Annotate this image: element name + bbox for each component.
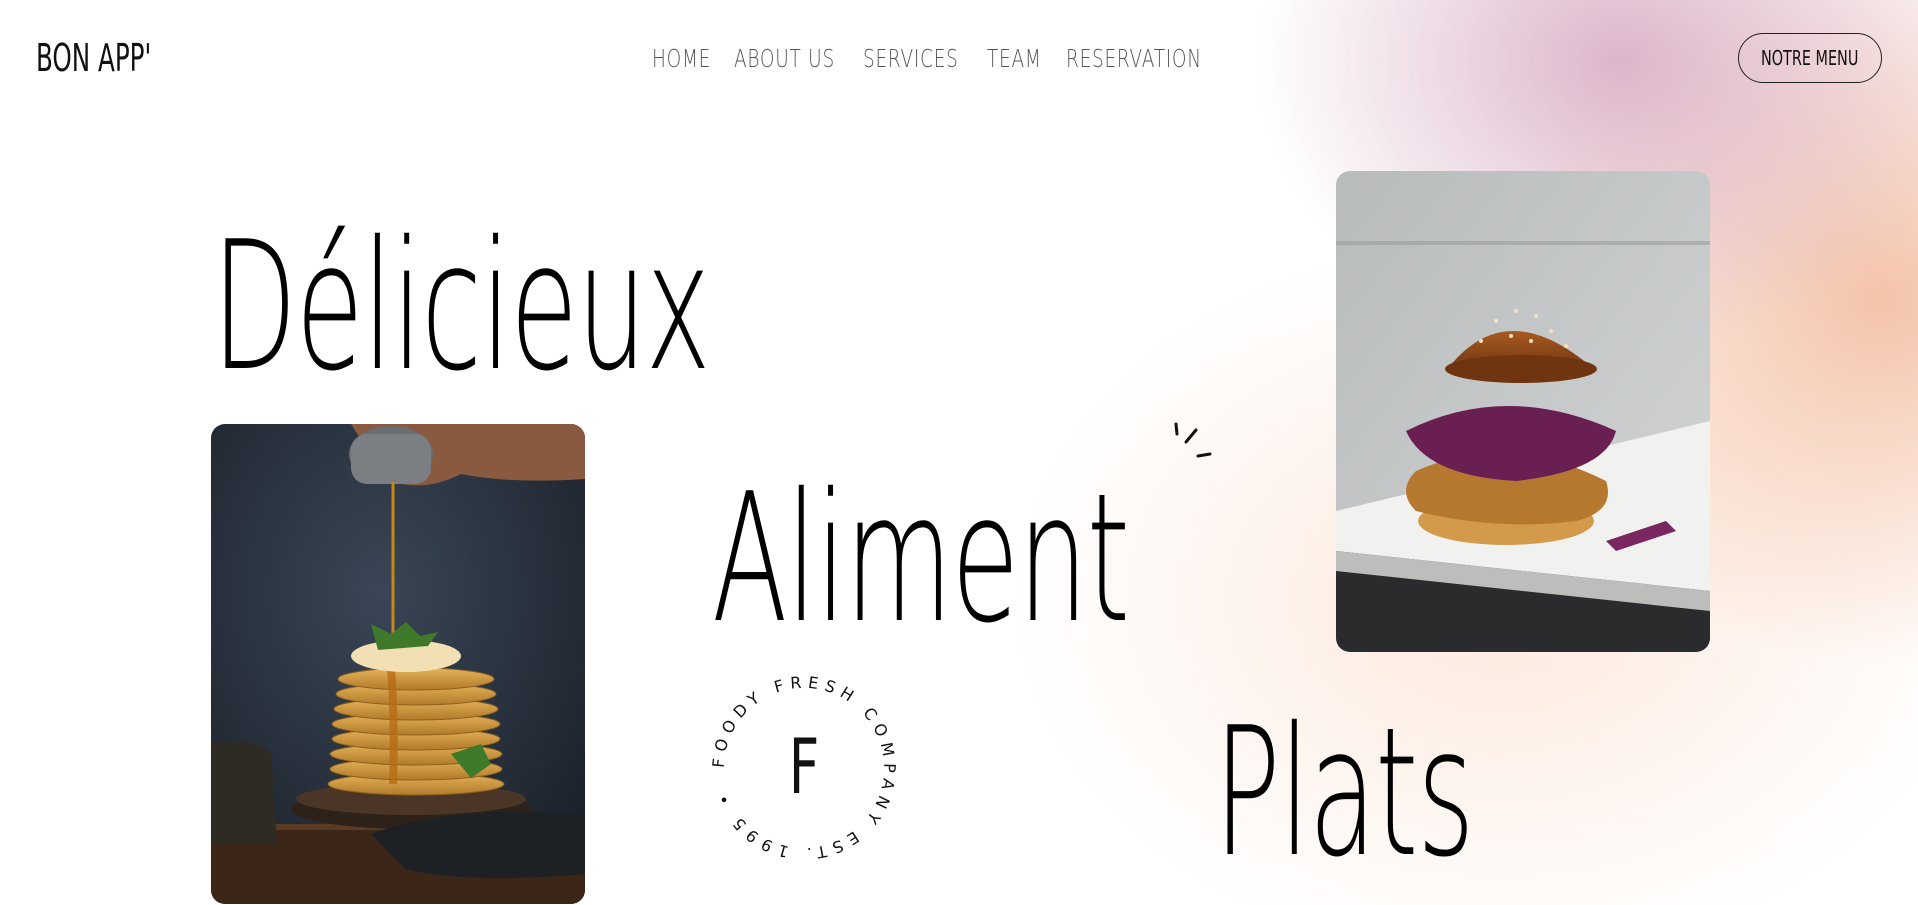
hero-word-plats: Plats bbox=[1214, 689, 1475, 896]
nav-item-reservation[interactable]: RESERVATION bbox=[1066, 44, 1201, 73]
nav-item-team[interactable]: TEAM bbox=[987, 44, 1051, 73]
nav-item-about-us[interactable]: ABOUT US bbox=[734, 44, 835, 73]
main-nav: HOME ABOUT US SERVICES TEAM RESERVATION bbox=[652, 44, 1218, 73]
nav-item-services[interactable]: SERVICES bbox=[863, 44, 961, 73]
foody-badge: FOODY FRESH COMPANY EST. 1995 • F bbox=[704, 668, 904, 868]
sparkle-icon bbox=[1170, 420, 1216, 466]
pancakes-photo bbox=[211, 424, 585, 904]
brand-logo[interactable]: BON APP' bbox=[36, 36, 151, 80]
hero-word-aliment: Aliment bbox=[712, 455, 1130, 662]
hero-word-delicieux: Délicieux bbox=[212, 203, 711, 410]
notre-menu-button[interactable]: NOTRE MENU bbox=[1738, 33, 1882, 83]
badge-letter: F bbox=[789, 723, 820, 811]
burger-photo bbox=[1336, 171, 1710, 652]
notre-menu-label: NOTRE MENU bbox=[1761, 46, 1859, 70]
nav-item-home[interactable]: HOME bbox=[652, 44, 719, 73]
